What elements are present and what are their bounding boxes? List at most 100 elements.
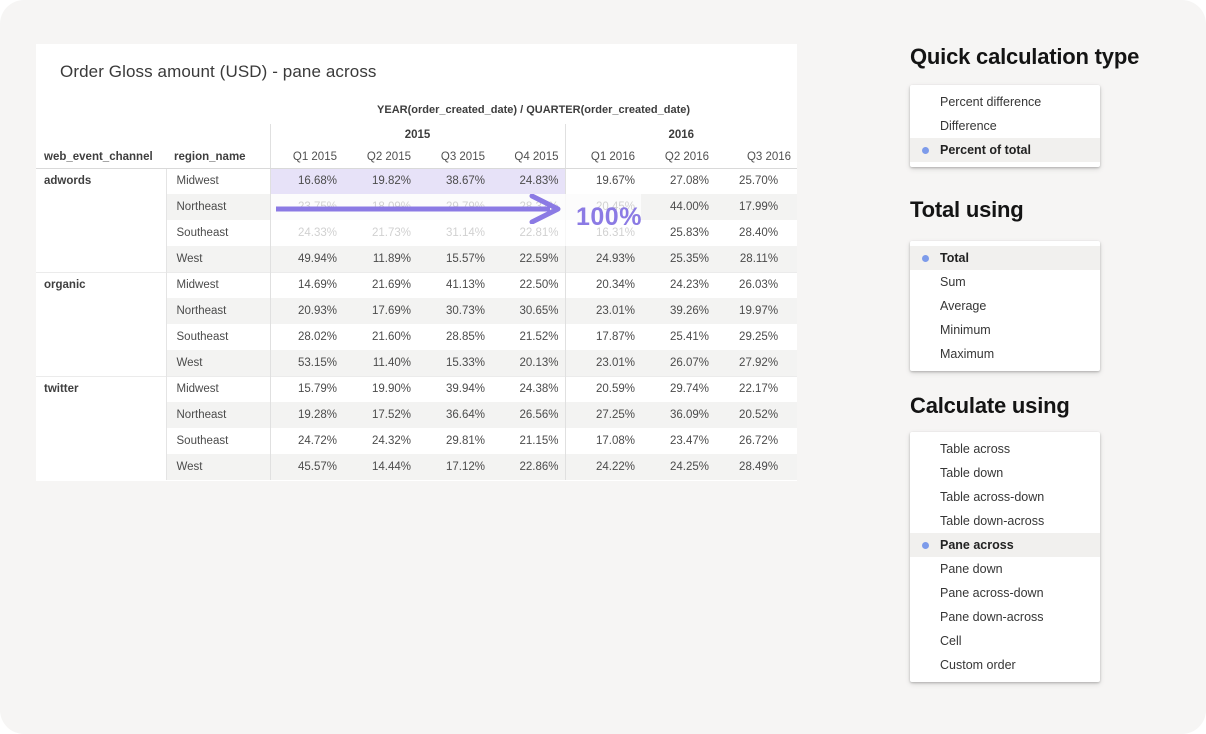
value-cell[interactable]: 15.57%: [417, 246, 491, 272]
value-cell[interactable]: 20.45%: [565, 194, 641, 220]
value-cell[interactable]: 27.25%: [565, 402, 641, 428]
value-cell[interactable]: 11.40%: [343, 350, 417, 376]
value-cell[interactable]: 29.25%: [715, 324, 797, 350]
region-cell-northeast[interactable]: Northeast: [166, 298, 270, 324]
value-cell[interactable]: 28.37%: [491, 194, 565, 220]
menu-item-table-across-down[interactable]: Table across-down: [910, 485, 1100, 509]
value-cell[interactable]: 41.13%: [417, 272, 491, 298]
value-cell[interactable]: 25.35%: [641, 246, 715, 272]
value-cell[interactable]: 21.60%: [343, 324, 417, 350]
value-cell[interactable]: 19.97%: [715, 298, 797, 324]
value-cell[interactable]: 16.31%: [565, 220, 641, 246]
menu-item-minimum[interactable]: Minimum: [910, 318, 1100, 342]
value-cell[interactable]: 26.03%: [715, 272, 797, 298]
value-cell[interactable]: 23.47%: [641, 428, 715, 454]
value-cell[interactable]: 24.83%: [491, 168, 565, 194]
value-cell[interactable]: 22.17%: [715, 376, 797, 402]
menu-item-percent-difference[interactable]: Percent difference: [910, 90, 1100, 114]
value-cell[interactable]: 28.02%: [270, 324, 343, 350]
channel-cell-adwords[interactable]: adwords: [36, 168, 166, 272]
value-cell[interactable]: 17.69%: [343, 298, 417, 324]
value-cell[interactable]: 38.67%: [417, 168, 491, 194]
menu-item-average[interactable]: Average: [910, 294, 1100, 318]
value-cell[interactable]: 25.41%: [641, 324, 715, 350]
value-cell[interactable]: 39.26%: [641, 298, 715, 324]
value-cell[interactable]: 19.67%: [565, 168, 641, 194]
value-cell[interactable]: 16.68%: [270, 168, 343, 194]
value-cell[interactable]: 22.59%: [491, 246, 565, 272]
value-cell[interactable]: 23.01%: [565, 350, 641, 376]
region-cell-southeast[interactable]: Southeast: [166, 428, 270, 454]
value-cell[interactable]: 28.85%: [417, 324, 491, 350]
value-cell[interactable]: 24.22%: [565, 454, 641, 480]
menu-item-pane-down-across[interactable]: Pane down-across: [910, 605, 1100, 629]
value-cell[interactable]: 45.57%: [270, 454, 343, 480]
channel-cell-organic[interactable]: organic: [36, 272, 166, 376]
value-cell[interactable]: 36.64%: [417, 402, 491, 428]
region-cell-west[interactable]: West: [166, 246, 270, 272]
menu-item-difference[interactable]: Difference: [910, 114, 1100, 138]
region-cell-west[interactable]: West: [166, 350, 270, 376]
value-cell[interactable]: 24.72%: [270, 428, 343, 454]
value-cell[interactable]: 15.33%: [417, 350, 491, 376]
value-cell[interactable]: 29.81%: [417, 428, 491, 454]
value-cell[interactable]: 21.15%: [491, 428, 565, 454]
region-cell-midwest[interactable]: Midwest: [166, 376, 270, 402]
value-cell[interactable]: 28.11%: [715, 246, 797, 272]
quarter-header-q3-2015[interactable]: Q3 2015: [417, 146, 491, 168]
region-cell-northeast[interactable]: Northeast: [166, 194, 270, 220]
column-header-region-name[interactable]: region_name: [166, 146, 270, 168]
quarter-header-q4-2015[interactable]: Q4 2015: [491, 146, 565, 168]
value-cell[interactable]: 26.56%: [491, 402, 565, 428]
menu-item-total[interactable]: Total: [910, 246, 1100, 270]
value-cell[interactable]: 24.93%: [565, 246, 641, 272]
value-cell[interactable]: 26.07%: [641, 350, 715, 376]
value-cell[interactable]: 23.01%: [565, 298, 641, 324]
value-cell[interactable]: 24.32%: [343, 428, 417, 454]
value-cell[interactable]: 22.50%: [491, 272, 565, 298]
value-cell[interactable]: 21.69%: [343, 272, 417, 298]
menu-item-table-down[interactable]: Table down: [910, 461, 1100, 485]
value-cell[interactable]: 26.72%: [715, 428, 797, 454]
value-cell[interactable]: 17.99%: [715, 194, 797, 220]
menu-item-custom-order[interactable]: Custom order: [910, 653, 1100, 677]
value-cell[interactable]: 53.15%: [270, 350, 343, 376]
value-cell[interactable]: 19.28%: [270, 402, 343, 428]
quarter-header-q2-2016[interactable]: Q2 2016: [641, 146, 715, 168]
value-cell[interactable]: 20.34%: [565, 272, 641, 298]
quarter-header-q1-2016[interactable]: Q1 2016: [565, 146, 641, 168]
menu-item-pane-across-down[interactable]: Pane across-down: [910, 581, 1100, 605]
menu-item-pane-across[interactable]: Pane across: [910, 533, 1100, 557]
value-cell[interactable]: 17.87%: [565, 324, 641, 350]
value-cell[interactable]: 24.33%: [270, 220, 343, 246]
value-cell[interactable]: 20.52%: [715, 402, 797, 428]
quarter-header-q2-2015[interactable]: Q2 2015: [343, 146, 417, 168]
value-cell[interactable]: 21.73%: [343, 220, 417, 246]
value-cell[interactable]: 11.89%: [343, 246, 417, 272]
region-cell-southeast[interactable]: Southeast: [166, 220, 270, 246]
channel-cell-twitter[interactable]: twitter: [36, 376, 166, 480]
value-cell[interactable]: 22.86%: [491, 454, 565, 480]
value-cell[interactable]: 17.12%: [417, 454, 491, 480]
value-cell[interactable]: 24.23%: [641, 272, 715, 298]
menu-item-maximum[interactable]: Maximum: [910, 342, 1100, 366]
value-cell[interactable]: 22.81%: [491, 220, 565, 246]
column-header-web-event-channel[interactable]: web_event_channel: [36, 146, 166, 168]
value-cell[interactable]: 49.94%: [270, 246, 343, 272]
menu-item-percent-of-total[interactable]: Percent of total: [910, 138, 1100, 162]
value-cell[interactable]: 39.94%: [417, 376, 491, 402]
menu-item-sum[interactable]: Sum: [910, 270, 1100, 294]
value-cell[interactable]: 20.59%: [565, 376, 641, 402]
value-cell[interactable]: 25.70%: [715, 168, 797, 194]
value-cell[interactable]: 19.90%: [343, 376, 417, 402]
value-cell[interactable]: 14.69%: [270, 272, 343, 298]
region-cell-northeast[interactable]: Northeast: [166, 402, 270, 428]
value-cell[interactable]: 20.13%: [491, 350, 565, 376]
value-cell[interactable]: 18.09%: [343, 194, 417, 220]
region-cell-southeast[interactable]: Southeast: [166, 324, 270, 350]
value-cell[interactable]: 29.79%: [417, 194, 491, 220]
value-cell[interactable]: 17.08%: [565, 428, 641, 454]
value-cell[interactable]: 17.52%: [343, 402, 417, 428]
value-cell[interactable]: 36.09%: [641, 402, 715, 428]
quarter-header-q3-2016[interactable]: Q3 2016: [715, 146, 797, 168]
